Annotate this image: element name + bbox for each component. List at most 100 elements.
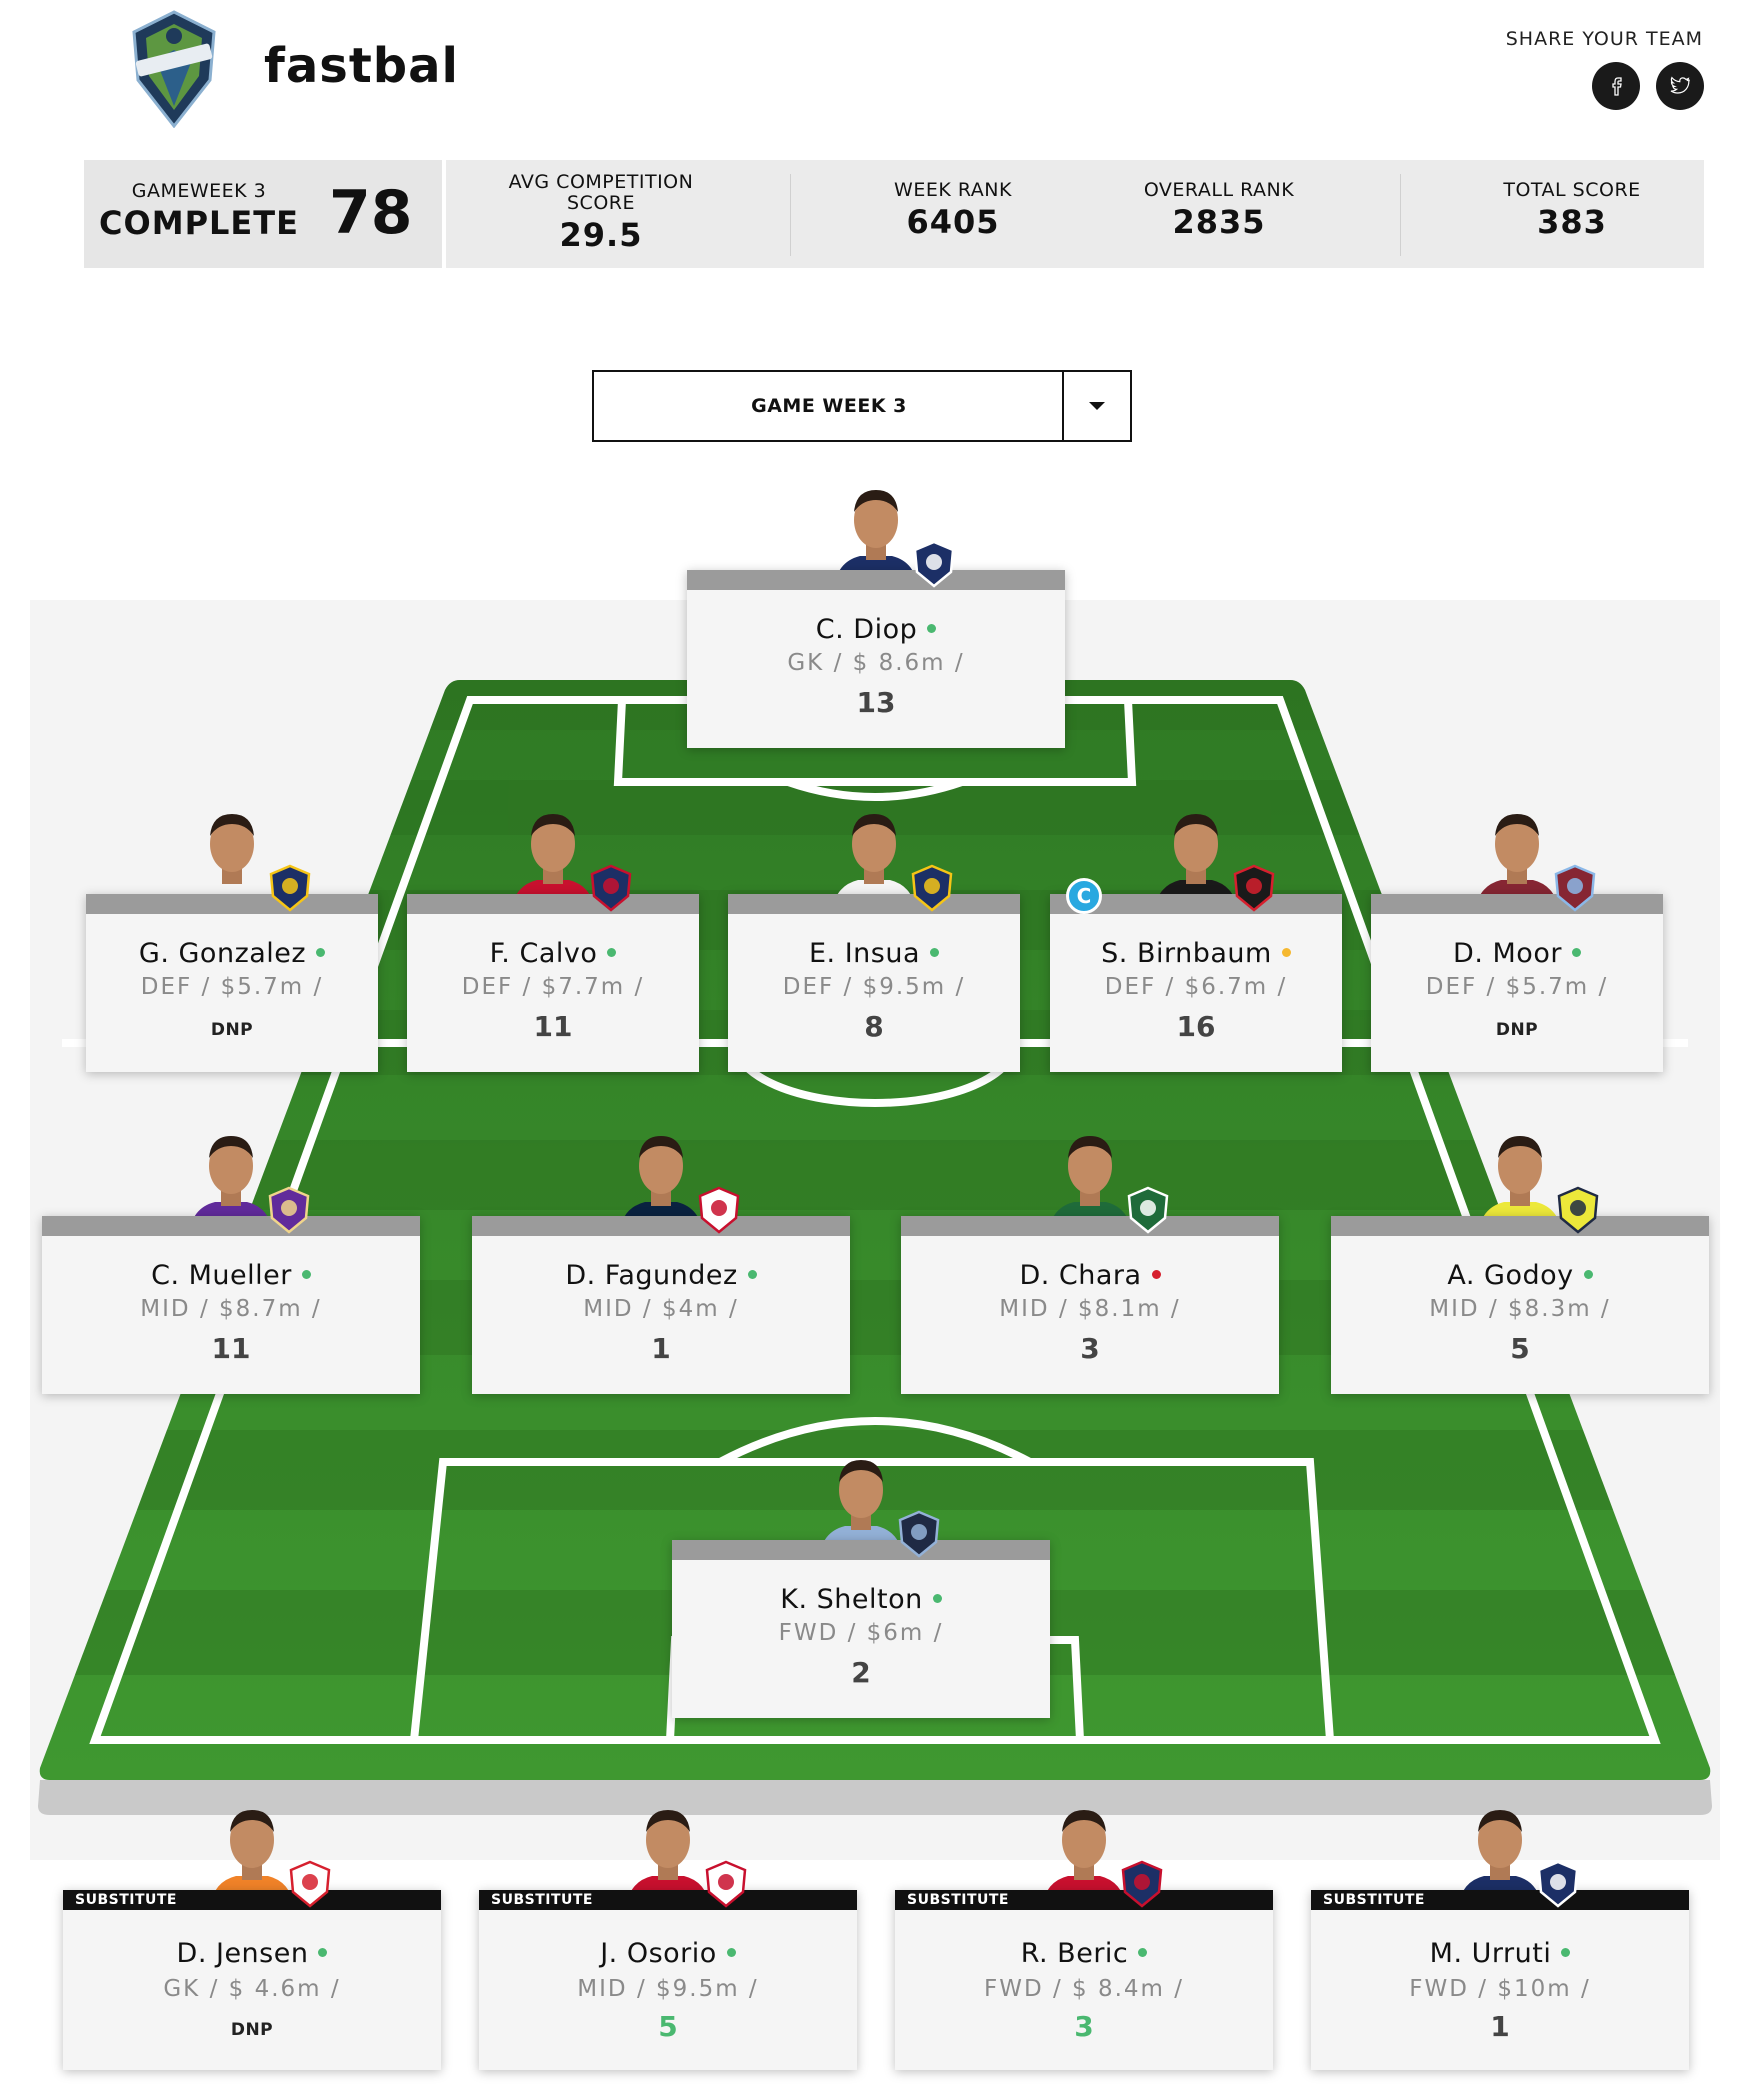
player-fwd1[interactable]: K. Shelton FWD / $6m / 2 <box>672 1450 1050 1718</box>
card-top-bar: SUBSTITUTE <box>1311 1890 1689 1910</box>
card-top-bar <box>1371 894 1663 914</box>
twitter-share-button[interactable] <box>1656 62 1704 110</box>
player-position-price: MID / $4m / <box>583 1296 739 1322</box>
player-name[interactable]: A. Godoy <box>1331 1260 1709 1291</box>
did-not-play-label: DNP <box>1495 1020 1539 1040</box>
player-position-price: MID / $8.1m / <box>999 1296 1181 1322</box>
player-card[interactable]: D. Moor DEF / $5.7m / DNP <box>1371 894 1663 1072</box>
player-name[interactable]: R. Beric <box>895 1938 1273 1969</box>
player-name-text: D. Moor <box>1453 938 1562 969</box>
gameweek-label: GAMEWEEK 3 <box>131 180 267 202</box>
player-def3[interactable]: E. Insua DEF / $9.5m / 8 <box>728 804 1020 1072</box>
player-card[interactable]: S. Birnbaum DEF / $6.7m / 16 <box>1050 894 1342 1072</box>
overall-rank-value: 2835 <box>1172 203 1266 241</box>
player-sub4[interactable]: SUBSTITUTE M. Urruti FWD / $10m / 1 <box>1311 1800 1689 2070</box>
week-rank-value: 6405 <box>906 203 1000 241</box>
player-card[interactable]: C. Diop GK / $ 8.6m / 13 <box>687 570 1065 748</box>
player-mid2[interactable]: D. Fagundez MID / $4m / 1 <box>472 1126 850 1394</box>
player-sub1[interactable]: SUBSTITUTE D. Jensen GK / $ 4.6m / DNP <box>63 1800 441 2070</box>
player-name-text: D. Chara <box>1019 1260 1142 1291</box>
player-name[interactable]: F. Calvo <box>407 938 699 969</box>
overall-rank-label: OVERALL RANK <box>1143 179 1295 201</box>
player-position-price: FWD / $10m / <box>1409 1976 1591 2002</box>
player-def5[interactable]: D. Moor DEF / $5.7m / DNP <box>1371 804 1663 1072</box>
facebook-icon <box>1612 77 1622 96</box>
player-card[interactable]: SUBSTITUTE D. Jensen GK / $ 4.6m / DNP <box>63 1890 441 2070</box>
did-not-play-label: DNP <box>230 2020 274 2040</box>
player-name[interactable]: S. Birnbaum <box>1050 938 1342 969</box>
player-name[interactable]: D. Chara <box>901 1260 1279 1291</box>
player-card[interactable]: A. Godoy MID / $8.3m / 5 <box>1331 1216 1709 1394</box>
gameweek-summary: GAMEWEEK 3 COMPLETE 78 <box>84 160 446 268</box>
player-def4[interactable]: S. Birnbaum DEF / $6.7m / 16 C <box>1050 804 1342 1072</box>
player-card[interactable]: C. Mueller MID / $8.7m / 11 <box>42 1216 420 1394</box>
player-position-price: FWD / $6m / <box>778 1620 944 1646</box>
club-badge-icon <box>698 1186 740 1234</box>
status-dot-icon <box>726 1948 736 1957</box>
player-points: 11 <box>211 1332 251 1365</box>
card-top-bar <box>901 1216 1279 1236</box>
player-name[interactable]: M. Urruti <box>1311 1938 1689 1969</box>
player-card[interactable]: SUBSTITUTE M. Urruti FWD / $10m / 1 <box>1311 1890 1689 2070</box>
player-name[interactable]: G. Gonzalez <box>86 938 378 969</box>
player-points: 3 <box>1074 2010 1094 2043</box>
club-badge-icon <box>1537 1860 1579 1908</box>
week-rank-stat: WEEK RANK 6405 <box>820 160 1086 268</box>
status-dot-icon <box>1281 948 1291 957</box>
player-def2[interactable]: F. Calvo DEF / $7.7m / 11 <box>407 804 699 1072</box>
player-mid4[interactable]: A. Godoy MID / $8.3m / 5 <box>1331 1126 1709 1394</box>
card-top-bar <box>42 1216 420 1236</box>
player-name[interactable]: D. Moor <box>1371 938 1663 969</box>
substitute-label: SUBSTITUTE <box>491 1892 593 1908</box>
avg-competition-value: 29.5 <box>559 216 643 254</box>
facebook-share-button[interactable] <box>1592 62 1640 110</box>
player-points: 5 <box>658 2010 678 2043</box>
player-card[interactable]: D. Fagundez MID / $4m / 1 <box>472 1216 850 1394</box>
player-card[interactable]: F. Calvo DEF / $7.7m / 11 <box>407 894 699 1072</box>
player-name[interactable]: E. Insua <box>728 938 1020 969</box>
card-top-bar <box>86 894 378 914</box>
divider <box>1400 174 1401 256</box>
card-top-bar <box>728 894 1020 914</box>
overall-rank-stat: OVERALL RANK 2835 <box>1086 160 1352 268</box>
player-mid3[interactable]: D. Chara MID / $8.1m / 3 <box>901 1126 1279 1394</box>
player-name-text: G. Gonzalez <box>138 938 307 969</box>
player-name[interactable]: D. Jensen <box>63 1938 441 1969</box>
player-name[interactable]: C. Mueller <box>42 1260 420 1291</box>
club-badge-icon <box>1121 1860 1163 1908</box>
card-top-bar <box>1331 1216 1709 1236</box>
chevron-down-icon <box>1089 402 1105 410</box>
club-badge-icon <box>289 1860 331 1908</box>
player-def1[interactable]: G. Gonzalez DEF / $5.7m / DNP <box>86 804 378 1072</box>
player-gk[interactable]: C. Diop GK / $ 8.6m / 13 <box>687 480 1065 748</box>
player-sub2[interactable]: SUBSTITUTE J. Osorio MID / $9.5m / 5 <box>479 1800 857 2070</box>
player-position-price: GK / $ 4.6m / <box>163 1976 341 2002</box>
club-badge-icon <box>269 864 311 912</box>
gameweek-dropdown[interactable]: GAME WEEK 3 <box>592 370 1132 442</box>
player-sub3[interactable]: SUBSTITUTE R. Beric FWD / $ 8.4m / 3 <box>895 1800 1273 2070</box>
player-card[interactable]: E. Insua DEF / $9.5m / 8 <box>728 894 1020 1072</box>
player-position-price: DEF / $9.5m / <box>782 974 966 1000</box>
player-name-text: D. Jensen <box>176 1938 309 1969</box>
club-badge-icon <box>590 864 632 912</box>
player-name-text: S. Birnbaum <box>1101 938 1272 969</box>
club-badge-icon <box>898 1510 940 1558</box>
player-card[interactable]: G. Gonzalez DEF / $5.7m / DNP <box>86 894 378 1072</box>
player-name-text: K. Shelton <box>780 1584 923 1615</box>
player-name[interactable]: J. Osorio <box>479 1938 857 1969</box>
substitute-label: SUBSTITUTE <box>907 1892 1009 1908</box>
player-card[interactable]: SUBSTITUTE R. Beric FWD / $ 8.4m / 3 <box>895 1890 1273 2070</box>
player-name[interactable]: C. Diop <box>687 614 1065 645</box>
player-card[interactable]: SUBSTITUTE J. Osorio MID / $9.5m / 5 <box>479 1890 857 2070</box>
player-name[interactable]: D. Fagundez <box>472 1260 850 1291</box>
player-card[interactable]: K. Shelton FWD / $6m / 2 <box>672 1540 1050 1718</box>
player-name-text: F. Calvo <box>489 938 598 969</box>
status-dot-icon <box>316 948 326 957</box>
dropdown-toggle[interactable] <box>1062 372 1130 440</box>
captain-icon: C <box>1066 878 1102 914</box>
player-mid1[interactable]: C. Mueller MID / $8.7m / 11 <box>42 1126 420 1394</box>
avg-competition-label: AVG COMPETITION SCORE <box>508 171 694 214</box>
player-name[interactable]: K. Shelton <box>672 1584 1050 1615</box>
player-card[interactable]: D. Chara MID / $8.1m / 3 <box>901 1216 1279 1394</box>
card-top-bar <box>407 894 699 914</box>
